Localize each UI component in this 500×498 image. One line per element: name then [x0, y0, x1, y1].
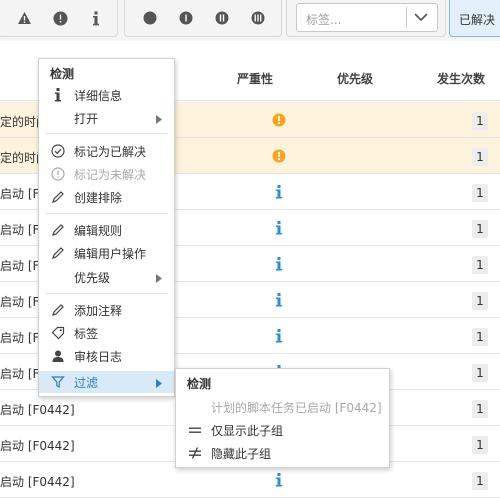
- priority-none-icon[interactable]: [140, 8, 160, 28]
- select-divider: [406, 7, 407, 28]
- menu-item-mark-resolved[interactable]: 标记为已解决: [39, 140, 174, 162]
- menu-item-add-comment[interactable]: 添加注释: [39, 299, 174, 321]
- submenu-item-group-name: 计划的脚本任务已启动 [F0442]: [176, 396, 389, 418]
- menu-separator: [45, 213, 168, 214]
- tag-select-placeholder: 标签...: [306, 13, 342, 27]
- warning-severity-icon: [272, 149, 286, 163]
- occurrence-count-badge: 1: [472, 436, 488, 454]
- chevron-right-icon: [156, 272, 162, 286]
- submenu-item-label: 计划的脚本任务已启动 [F0442]: [211, 401, 382, 415]
- info-severity-icon: [272, 221, 286, 235]
- detection-name-cell: 启动 [F0442]: [0, 475, 75, 489]
- occurrence-count-badge: 1: [472, 364, 488, 382]
- menu-item-label: 审核日志: [74, 350, 123, 364]
- menu-item-open[interactable]: 打开: [39, 107, 174, 129]
- info-severity-icon: [272, 185, 286, 199]
- menu-item-label: 标记为未解决: [74, 168, 147, 182]
- pencil-icon: [50, 222, 66, 238]
- column-header-severity[interactable]: 严重性: [237, 70, 273, 87]
- menu-item-label: 打开: [74, 112, 99, 126]
- detection-name-cell: 启动 [F0442]: [0, 403, 75, 417]
- context-menu: 检测 详细信息 打开 标记为已解决 标记为未解决 创建排除 编辑规则 编辑用户操…: [38, 58, 175, 397]
- chevron-right-icon: [156, 113, 162, 127]
- menu-item-label: 过滤: [74, 376, 99, 390]
- tag-icon: [50, 325, 66, 341]
- tag-select[interactable]: 标签...: [296, 3, 438, 32]
- menu-item-edit-rule[interactable]: 编辑规则: [39, 219, 174, 241]
- info-severity-icon: [272, 329, 286, 343]
- info-icon: [50, 87, 66, 103]
- warning-severity-icon: [272, 113, 286, 127]
- menu-item-create-exclusion[interactable]: 创建排除: [39, 186, 174, 208]
- occurrence-count-badge: 1: [472, 220, 488, 238]
- submenu-item-label: 隐藏此子组: [211, 447, 272, 461]
- occurrence-count-badge: 1: [472, 148, 488, 166]
- menu-separator: [45, 293, 168, 294]
- occurrence-count-badge: 1: [472, 184, 488, 202]
- occurrence-count-badge: 1: [472, 472, 488, 490]
- menu-item-edit-user-action[interactable]: 编辑用户操作: [39, 242, 174, 264]
- pencil-icon: [50, 245, 66, 261]
- occurrence-count-badge: 1: [472, 400, 488, 418]
- menu-item-audit-log[interactable]: 审核日志: [39, 345, 174, 367]
- menu-item-label: 标签: [74, 327, 99, 341]
- priority-low-icon[interactable]: [176, 8, 196, 28]
- submenu-item-label: 仅显示此子组: [211, 424, 284, 438]
- user-icon: [50, 348, 66, 364]
- info-severity-icon: [272, 473, 286, 487]
- submenu-item-hide-subgroup[interactable]: 隐藏此子组: [176, 442, 389, 464]
- menu-item-tags[interactable]: 标签: [39, 322, 174, 344]
- menu-separator: [45, 133, 168, 134]
- filter-submenu: 检测 计划的脚本任务已启动 [F0442] 仅显示此子组 隐藏此子组: [175, 368, 390, 468]
- not-equals-icon: [187, 445, 203, 461]
- detection-name-cell: 启动 [F0442]: [0, 439, 75, 453]
- menu-item-label: 标记为已解决: [74, 145, 147, 159]
- chevron-down-icon[interactable]: [414, 11, 428, 25]
- priority-medium-icon[interactable]: [212, 8, 232, 28]
- filter-icon: [50, 374, 66, 390]
- priority-filter-group: [124, 0, 282, 37]
- menu-item-mark-unresolved: 标记为未解决: [39, 163, 174, 185]
- column-header-occurrences[interactable]: 发生次数: [437, 70, 485, 87]
- info-severity-icon: [272, 257, 286, 271]
- menu-item-label: 添加注释: [74, 304, 123, 318]
- exclamation-circle-icon: [50, 166, 66, 182]
- pencil-icon: [50, 302, 66, 318]
- menu-item-label: 优先级: [74, 271, 111, 285]
- info-severity-icon: [272, 293, 286, 307]
- resolved-toggle-button[interactable]: 已解决: [449, 0, 500, 37]
- occurrence-count-badge: 1: [472, 328, 488, 346]
- menu-item-details[interactable]: 详细信息: [39, 84, 174, 106]
- menu-item-label: 详细信息: [74, 89, 123, 103]
- check-circle-icon: [50, 143, 66, 159]
- occurrence-count-badge: 1: [472, 256, 488, 274]
- info-icon[interactable]: [86, 8, 106, 28]
- toolbar: 标签... 已解决: [0, 0, 500, 41]
- severity-filter-group: [0, 0, 118, 37]
- submenu-item-show-only-subgroup[interactable]: 仅显示此子组: [176, 419, 389, 441]
- occurrence-count-badge: 1: [472, 112, 488, 130]
- column-header-priority[interactable]: 优先级: [337, 70, 373, 87]
- chevron-right-icon: [156, 377, 162, 391]
- menu-item-filter[interactable]: 过滤: [39, 371, 174, 393]
- warning-triangle-icon[interactable]: [14, 8, 34, 28]
- menu-item-label: 创建排除: [74, 191, 123, 205]
- menu-item-priority[interactable]: 优先级: [39, 266, 174, 288]
- menu-item-label: 编辑规则: [74, 224, 123, 238]
- pencil-icon: [50, 189, 66, 205]
- occurrence-count-badge: 1: [472, 292, 488, 310]
- submenu-title: 检测: [187, 377, 212, 391]
- resolved-label: 已解决: [459, 13, 496, 27]
- priority-high-icon[interactable]: [248, 8, 268, 28]
- error-circle-icon[interactable]: [50, 8, 70, 28]
- menu-item-label: 编辑用户操作: [74, 247, 147, 261]
- equals-icon: [187, 422, 203, 438]
- context-menu-title: 检测: [50, 67, 75, 81]
